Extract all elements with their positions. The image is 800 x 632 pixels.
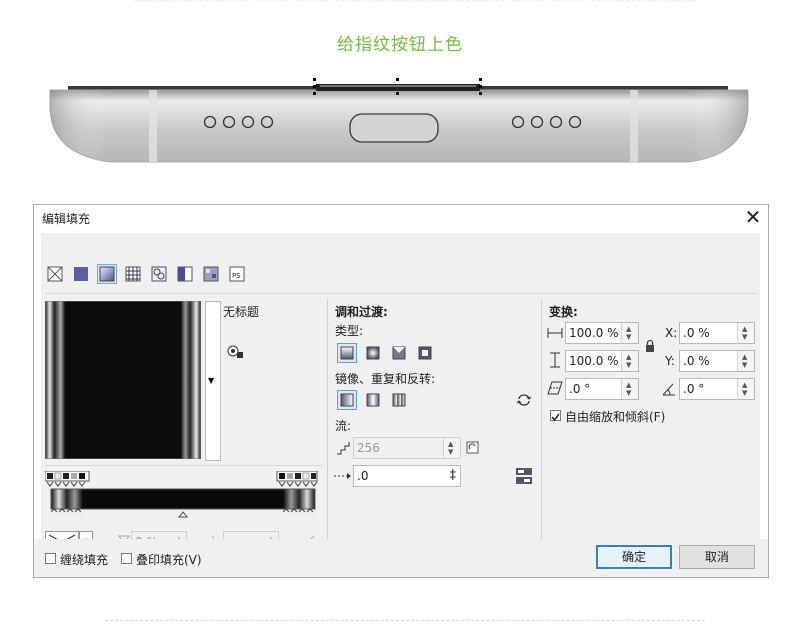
free-scale-checkbox[interactable] xyxy=(550,410,561,422)
texture-fill-icon xyxy=(203,266,219,282)
fill-preview xyxy=(45,301,201,459)
fill-width-field[interactable]: 100.0 % ▲ ▼ xyxy=(565,322,639,344)
svg-text:PS: PS xyxy=(232,272,241,280)
steps-icon xyxy=(337,442,350,455)
reverse-icon[interactable] xyxy=(515,391,533,409)
color-node-icon[interactable] xyxy=(226,343,244,361)
two-color-pattern-icon xyxy=(177,266,193,282)
edit-fill-dialog: 编辑填充 ✕ PS ▼ 无标题 调和过渡: 类型: 镜像、重复和反转: 流: 2… xyxy=(33,204,769,578)
height-icon xyxy=(550,352,560,368)
postscript-fill-icon: PS xyxy=(229,266,245,282)
y-label: Y: xyxy=(665,354,675,368)
wrap-fill-checkbox[interactable] xyxy=(45,553,56,564)
y-offset-field[interactable]: .0 % ▲ ▼ xyxy=(679,350,755,372)
texture-fill-button[interactable] xyxy=(201,264,221,284)
steps-field[interactable]: 256 ▲ ▼ xyxy=(353,437,461,459)
dialog-footer: 缠绕填充 叠印填充(V) 确定 取消 xyxy=(34,539,768,577)
rotate-spinner[interactable]: ▲ ▼ xyxy=(737,379,754,399)
dialog-body: PS ▼ 无标题 调和过渡: 类型: 镜像、重复和反转: 流: 256 ▲ ▼ … xyxy=(41,233,760,553)
ok-button[interactable]: 确定 xyxy=(596,545,672,569)
linear-fountain-button[interactable] xyxy=(337,343,357,363)
no-fill-button[interactable] xyxy=(45,264,65,284)
vector-pattern-icon xyxy=(125,266,141,282)
width-spinner[interactable]: ▲ ▼ xyxy=(621,323,638,343)
no-fill-icon xyxy=(47,266,63,282)
linear-fountain-icon xyxy=(340,346,354,360)
rotate-field[interactable]: .0 ° ▲ ▼ xyxy=(679,378,755,400)
mirror-label: 镜像、重复和反转: xyxy=(335,372,436,386)
x-spinner[interactable]: ▲ ▼ xyxy=(737,323,754,343)
color-node-group-right xyxy=(276,471,318,487)
skew-field[interactable]: .0 ° ▲ ▼ xyxy=(565,378,639,400)
skew-spinner[interactable]: ▲ ▼ xyxy=(621,379,638,399)
x-label: X: xyxy=(665,326,678,340)
y-spinner[interactable]: ▲ ▼ xyxy=(737,351,754,371)
uniform-fill-icon xyxy=(74,267,88,281)
conical-fountain-button[interactable] xyxy=(389,343,409,363)
lock-ratio-icon[interactable] xyxy=(644,339,656,353)
dialog-title: 编辑填充 xyxy=(42,212,91,226)
wrap-fill-label[interactable]: 缠绕填充 xyxy=(60,551,108,568)
color-node-group-left xyxy=(45,471,90,487)
phone-illustration xyxy=(49,78,749,163)
blend-heading: 调和过渡: xyxy=(335,305,388,319)
free-scale-label[interactable]: 自由缩放和倾斜(F) xyxy=(565,408,665,425)
rectangular-fountain-button[interactable] xyxy=(415,343,435,363)
page-title: 给指纹按钮上色 xyxy=(337,35,463,55)
elliptical-fountain-icon xyxy=(366,346,380,360)
close-icon[interactable]: ✕ xyxy=(742,206,764,228)
x-offset-field[interactable]: .0 % ▲ ▼ xyxy=(679,322,755,344)
top-divider xyxy=(135,0,695,3)
default-fill-icon xyxy=(340,393,354,407)
flow-label: 流: xyxy=(335,419,352,433)
lock-steps-icon[interactable] xyxy=(465,440,481,456)
bitmap-pattern-button[interactable] xyxy=(149,264,169,284)
fountain-fill-icon xyxy=(99,266,115,282)
bottom-divider xyxy=(105,620,705,623)
skew-icon xyxy=(547,381,563,395)
default-fill-button[interactable] xyxy=(337,390,357,410)
uniform-fill-button[interactable] xyxy=(71,264,91,284)
fill-height-field[interactable]: 100.0 % ▲ ▼ xyxy=(565,350,639,372)
repeat-button[interactable] xyxy=(389,390,409,410)
overprint-label[interactable]: 叠印填充(V) xyxy=(136,551,202,568)
preset-picker[interactable]: ▼ xyxy=(205,301,221,461)
vector-pattern-button[interactable] xyxy=(123,264,143,284)
gradient-slider[interactable] xyxy=(45,471,321,521)
preview-divider xyxy=(45,465,323,466)
cancel-button[interactable]: 取消 xyxy=(679,545,755,569)
transform-heading: 变换: xyxy=(549,305,578,319)
fountain-fill-button[interactable] xyxy=(97,264,117,284)
checkmark-icon xyxy=(551,413,560,422)
height-spinner[interactable]: ▲ ▼ xyxy=(621,351,638,371)
column-divider-1 xyxy=(327,299,328,553)
postscript-fill-button[interactable]: PS xyxy=(227,264,247,284)
repeat-mirror-icon xyxy=(366,393,380,407)
slider-icon[interactable]: ‡ xyxy=(450,468,457,483)
steps-spinner[interactable]: ▲ ▼ xyxy=(443,438,460,458)
smooth-blend-icon[interactable] xyxy=(515,467,533,485)
rectangular-fountain-icon xyxy=(418,346,432,360)
rotate-icon xyxy=(662,383,675,396)
conical-fountain-icon xyxy=(392,346,406,360)
toolbar-divider xyxy=(45,293,758,294)
repeat-mirror-button[interactable] xyxy=(363,390,383,410)
blend-type-label: 类型: xyxy=(335,324,364,338)
column-divider-2 xyxy=(541,299,542,553)
repeat-icon xyxy=(392,393,406,407)
acceleration-icon xyxy=(334,473,351,479)
width-icon xyxy=(547,328,563,338)
elliptical-fountain-button[interactable] xyxy=(363,343,383,363)
chevron-down-icon: ▼ xyxy=(208,376,215,385)
preset-name: 无标题 xyxy=(223,305,260,319)
acceleration-field[interactable]: .0 ‡ xyxy=(353,465,461,487)
bitmap-pattern-icon xyxy=(151,266,167,282)
overprint-checkbox[interactable] xyxy=(121,553,132,564)
two-color-pattern-button[interactable] xyxy=(175,264,195,284)
